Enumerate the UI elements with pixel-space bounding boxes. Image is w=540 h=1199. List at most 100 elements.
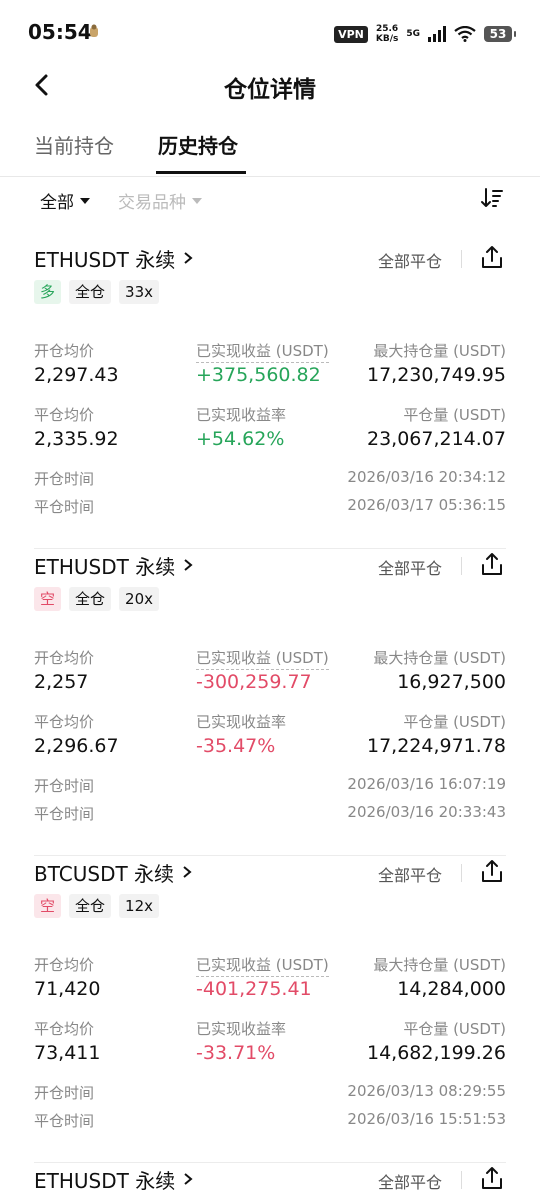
close-qty-label: 平仓量 (USDT) xyxy=(403,1020,506,1038)
chevron-right-icon xyxy=(183,866,192,878)
close-qty-label: 平仓量 (USDT) xyxy=(403,406,506,424)
realized-rate-label: 已实现收益率 xyxy=(196,406,287,424)
realized-pnl-value: -401,275.41 xyxy=(196,978,312,1000)
max-position-value: 17,230,749.95 xyxy=(366,364,506,386)
close-qty-value: 14,682,199.26 xyxy=(366,1042,506,1064)
chevron-right-icon xyxy=(184,559,193,571)
close-avg-value: 2,296.67 xyxy=(34,735,119,757)
open-time-label: 开仓时间 xyxy=(34,470,95,488)
close-all-button[interactable]: 全部平仓 xyxy=(378,1169,442,1193)
max-position-value: 16,927,500 xyxy=(397,671,506,693)
vpn-badge: VPN xyxy=(334,25,368,43)
share-icon[interactable] xyxy=(480,551,504,577)
close-time-label: 平仓时间 xyxy=(34,1112,95,1130)
side-badge: 空 xyxy=(34,587,62,611)
page-title: 仓位详情 xyxy=(224,77,316,103)
share-icon[interactable] xyxy=(480,858,504,884)
close-all-button[interactable]: 全部平仓 xyxy=(378,862,442,886)
notification-icon xyxy=(90,24,98,37)
position-tags: 多 全仓 33x xyxy=(34,280,159,304)
divider xyxy=(461,250,462,268)
open-avg-value: 2,257 xyxy=(34,671,89,693)
realized-pnl-label[interactable]: 已实现收益 (USDT) xyxy=(196,954,329,977)
open-time-value: 2026/03/16 20:34:12 xyxy=(347,468,506,486)
network-speed-unit: KB/s xyxy=(375,34,399,44)
close-avg-value: 2,335.92 xyxy=(34,428,119,450)
divider xyxy=(461,557,462,575)
symbol-name: BTCUSDT 永续 xyxy=(34,861,175,886)
filter-bar: 全部 交易品种 xyxy=(0,182,540,218)
divider xyxy=(461,1171,462,1189)
realized-pnl-value: +375,560.82 xyxy=(196,364,321,386)
close-qty-label: 平仓量 (USDT) xyxy=(403,713,506,731)
symbol-link[interactable]: BTCUSDT 永续 xyxy=(34,856,194,888)
margin-mode-badge: 全仓 xyxy=(69,587,112,611)
active-tab-indicator xyxy=(156,171,246,174)
share-icon[interactable] xyxy=(480,244,504,270)
max-position-label: 最大持仓量 (USDT) xyxy=(373,956,506,974)
realized-rate-value: -33.71% xyxy=(196,1042,276,1064)
symbol-link[interactable]: ETHUSDT 永续 xyxy=(34,1163,195,1195)
close-avg-label: 平仓均价 xyxy=(34,406,95,424)
sort-icon[interactable] xyxy=(480,186,504,210)
tab-current-positions[interactable]: 当前持仓 xyxy=(34,130,114,159)
open-avg-value: 2,297.43 xyxy=(34,364,119,386)
symbol-link[interactable]: ETHUSDT 永续 xyxy=(34,242,195,274)
network-speed: 25.6 KB/s xyxy=(376,24,398,44)
leverage-badge: 12x xyxy=(119,894,159,918)
max-position-label: 最大持仓量 (USDT) xyxy=(373,649,506,667)
filter-instrument-dropdown[interactable]: 交易品种 xyxy=(118,188,202,213)
realized-rate-value: +54.62% xyxy=(196,428,285,450)
close-qty-value: 23,067,214.07 xyxy=(366,428,506,450)
chevron-right-icon xyxy=(184,1173,193,1185)
close-avg-value: 73,411 xyxy=(34,1042,101,1064)
share-icon[interactable] xyxy=(480,1165,504,1191)
max-position-label: 最大持仓量 (USDT) xyxy=(373,342,506,360)
realized-pnl-value: -300,259.77 xyxy=(196,671,312,693)
open-avg-label: 开仓均价 xyxy=(34,342,95,360)
realized-pnl-label[interactable]: 已实现收益 (USDT) xyxy=(196,647,329,670)
side-badge: 多 xyxy=(34,280,62,304)
divider xyxy=(461,864,462,882)
position-card[interactable]: BTCUSDT 永续 全部平仓 空 全仓 12x 开仓均价 已实现收益 (USD… xyxy=(34,856,506,1163)
filter-all-dropdown[interactable]: 全部 xyxy=(40,188,90,213)
position-tags: 空 全仓 20x xyxy=(34,587,159,611)
margin-mode-badge: 全仓 xyxy=(69,894,112,918)
open-avg-label: 开仓均价 xyxy=(34,956,95,974)
position-card[interactable]: ETHUSDT 永续 全部平仓 xyxy=(34,1163,506,1199)
position-tags: 空 全仓 12x xyxy=(34,894,159,918)
symbol-name: ETHUSDT 永续 xyxy=(34,554,176,579)
close-all-button[interactable]: 全部平仓 xyxy=(378,248,442,272)
open-time-label: 开仓时间 xyxy=(34,777,95,795)
realized-rate-label: 已实现收益率 xyxy=(196,713,287,731)
open-avg-label: 开仓均价 xyxy=(34,649,95,667)
symbol-link[interactable]: ETHUSDT 永续 xyxy=(34,549,195,581)
close-all-button[interactable]: 全部平仓 xyxy=(378,555,442,579)
filter-instrument-label: 交易品种 xyxy=(118,193,186,213)
side-badge: 空 xyxy=(34,894,62,918)
leverage-badge: 20x xyxy=(119,587,159,611)
caret-down-icon xyxy=(80,197,90,204)
status-indicators: VPN 25.6 KB/s 5G 53 xyxy=(334,22,516,46)
battery-icon: 53 xyxy=(484,26,516,42)
close-time-value: 2026/03/17 05:36:15 xyxy=(347,496,506,514)
position-card[interactable]: ETHUSDT 永续 全部平仓 多 全仓 33x 开仓均价 已实现收益 (USD… xyxy=(34,242,506,549)
chevron-right-icon xyxy=(184,252,193,264)
symbol-name: ETHUSDT 永续 xyxy=(34,1168,176,1193)
network-type: 5G xyxy=(406,29,420,39)
wifi-icon xyxy=(454,26,476,42)
signal-icon xyxy=(428,26,446,42)
close-qty-value: 17,224,971.78 xyxy=(366,735,506,757)
realized-pnl-label[interactable]: 已实现收益 (USDT) xyxy=(196,340,329,363)
header: 仓位详情 xyxy=(0,60,540,114)
leverage-badge: 33x xyxy=(119,280,159,304)
battery-level: 53 xyxy=(489,27,507,41)
open-avg-value: 71,420 xyxy=(34,978,101,1000)
position-card[interactable]: ETHUSDT 永续 全部平仓 空 全仓 20x 开仓均价 已实现收益 (USD… xyxy=(34,549,506,856)
close-time-value: 2026/03/16 20:33:43 xyxy=(347,803,506,821)
open-time-label: 开仓时间 xyxy=(34,1084,95,1102)
tab-history-positions[interactable]: 历史持仓 xyxy=(158,130,238,159)
close-time-label: 平仓时间 xyxy=(34,805,95,823)
open-time-value: 2026/03/16 16:07:19 xyxy=(347,775,506,793)
max-position-value: 14,284,000 xyxy=(397,978,506,1000)
